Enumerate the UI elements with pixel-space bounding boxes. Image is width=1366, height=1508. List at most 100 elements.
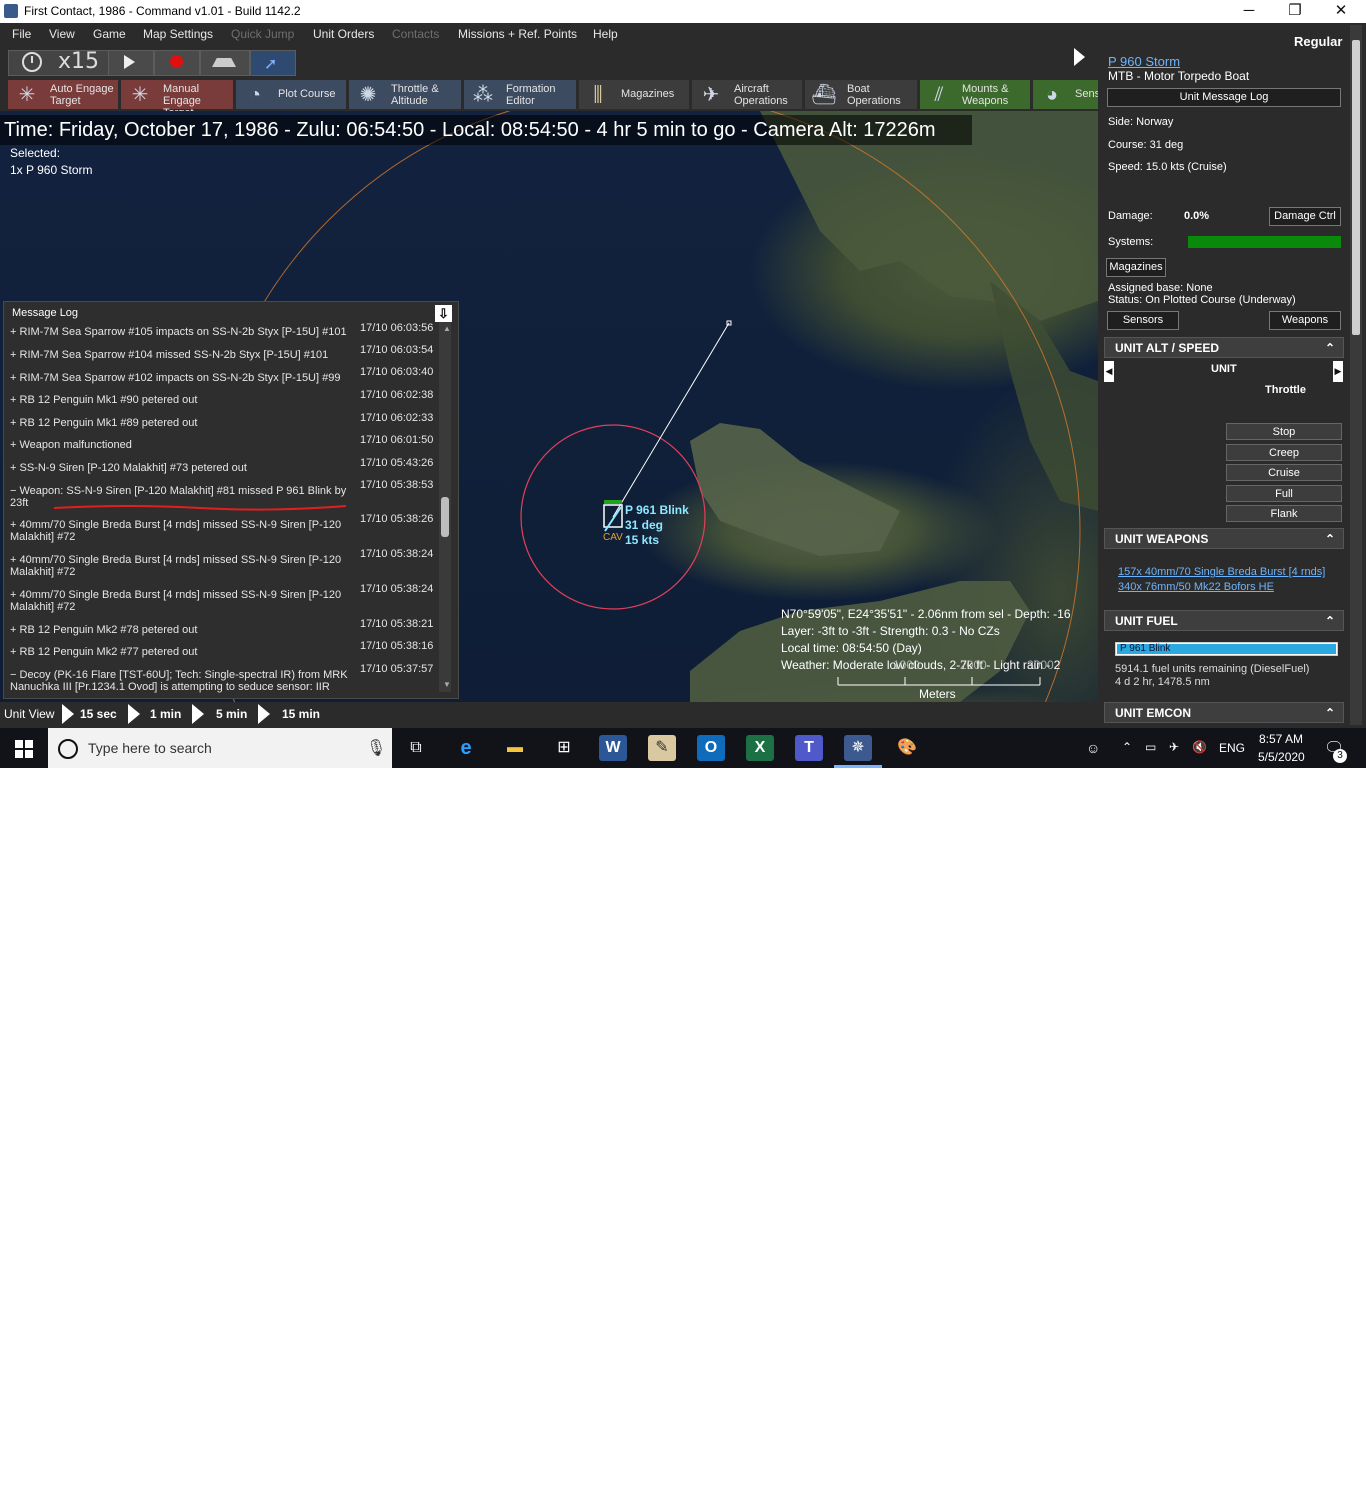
network-icon[interactable]: ✈ xyxy=(1169,740,1179,754)
fuel-gauge: P 961 Blink xyxy=(1115,642,1338,656)
magazines-button[interactable]: ⫼ Magazines xyxy=(579,80,689,109)
battery-icon[interactable]: ▭ xyxy=(1145,740,1156,754)
log-entry[interactable]: + 40mm/70 Single Breda Burst [4 rnds] mi… xyxy=(10,519,356,543)
windows-start-icon[interactable] xyxy=(15,740,33,758)
step-play-icon[interactable] xyxy=(192,704,204,724)
edge-browser-icon[interactable]: e xyxy=(452,735,480,761)
excel-icon[interactable]: X xyxy=(746,735,774,761)
log-entry[interactable]: + RB 12 Penguin Mk2 #77 petered out xyxy=(10,646,356,658)
next-arrow-icon[interactable]: ▶ xyxy=(1333,361,1343,382)
log-entry[interactable]: + RIM-7M Sea Sparrow #102 impacts on SS-… xyxy=(10,372,356,384)
log-entry[interactable]: + RB 12 Penguin Mk2 #78 petered out xyxy=(10,624,356,636)
step-play-icon[interactable] xyxy=(258,704,270,724)
throttle-altitude-button[interactable]: ✺ Throttle & Altitude xyxy=(349,80,461,109)
download-icon[interactable]: ⇩ xyxy=(435,305,452,322)
weapons-panel-button[interactable]: Weapons xyxy=(1269,311,1341,330)
menu-quick-jump[interactable]: Quick Jump xyxy=(231,27,294,41)
log-entry[interactable]: + RIM-7M Sea Sparrow #105 impacts on SS-… xyxy=(10,326,356,338)
command-game-icon[interactable]: ✵ xyxy=(844,735,872,761)
log-entry-time: 17/10 05:38:26 xyxy=(360,513,434,525)
mounts-weapons-button[interactable]: ⫽ Mounts & Weapons xyxy=(920,80,1030,109)
fuel-section-header[interactable]: UNIT FUEL ⌃ xyxy=(1104,610,1344,631)
plot-course-button[interactable]: ◔ Plot Course xyxy=(236,80,346,109)
clock-date[interactable]: 5/5/2020 xyxy=(1258,750,1305,764)
record-icon xyxy=(170,55,183,68)
aircraft-operations-button[interactable]: ✈ Aircraft Operations xyxy=(692,80,802,109)
outlook-icon[interactable]: O xyxy=(697,735,725,761)
restore-button[interactable]: ❐ xyxy=(1272,0,1318,23)
log-scroll-thumb[interactable] xyxy=(441,497,449,537)
log-entry[interactable]: + 40mm/70 Single Breda Burst [4 rnds] mi… xyxy=(10,554,356,578)
step-play-icon[interactable] xyxy=(62,704,74,724)
close-button[interactable]: ✕ xyxy=(1318,0,1364,23)
log-entry[interactable]: + RB 12 Penguin Mk1 #89 petered out xyxy=(10,417,356,429)
weapon-link[interactable]: 157x 40mm/70 Single Breda Burst [4 rnds] xyxy=(1118,566,1325,578)
throttle-cruise-button[interactable]: Cruise xyxy=(1226,464,1342,481)
formation-editor-button[interactable]: ⁂ Formation Editor xyxy=(464,80,576,109)
emcon-section-header[interactable]: UNIT EMCON ⌃ xyxy=(1104,702,1344,723)
log-entry[interactable]: + Weapon malfunctioned xyxy=(10,439,356,451)
log-entry[interactable]: + RB 12 Penguin Mk1 #90 petered out xyxy=(10,394,356,406)
alt-speed-section-header[interactable]: UNIT ALT / SPEED ⌃ xyxy=(1104,337,1344,358)
menu-file[interactable]: File xyxy=(12,27,31,41)
menu-missions[interactable]: Missions + Ref. Points xyxy=(458,27,577,41)
weapons-section-header[interactable]: UNIT WEAPONS ⌃ xyxy=(1104,528,1344,549)
menu-map-settings[interactable]: Map Settings xyxy=(143,27,213,41)
manual-engage-button[interactable]: ✳Manual Engage Target xyxy=(121,80,233,119)
damage-control-button[interactable]: Damage Ctrl xyxy=(1269,207,1341,226)
panel-scroll-thumb[interactable] xyxy=(1352,40,1360,335)
language-indicator[interactable]: ENG xyxy=(1219,741,1245,755)
log-entry-time: 17/10 06:02:33 xyxy=(360,412,434,424)
menu-game[interactable]: Game xyxy=(93,27,126,41)
scroll-up-arrow[interactable]: ▲ xyxy=(443,324,451,333)
volume-muted-icon[interactable]: 🔇 xyxy=(1192,740,1207,754)
weapon-link[interactable]: 340x 76mm/50 Mk22 Bofors HE xyxy=(1118,581,1274,593)
menu-contacts[interactable]: Contacts xyxy=(392,27,439,41)
scale-tick-label: 2000 xyxy=(960,658,987,672)
paint-icon[interactable]: 🎨 xyxy=(893,735,921,761)
step-15-sec[interactable]: 15 sec xyxy=(80,707,117,721)
throttle-flank-button[interactable]: Flank xyxy=(1226,505,1342,522)
minimize-button[interactable]: ─ xyxy=(1226,0,1272,23)
collapse-icon[interactable]: ⌃ xyxy=(1325,703,1335,724)
menu-unit-orders[interactable]: Unit Orders xyxy=(313,27,374,41)
collapse-icon[interactable]: ⌃ xyxy=(1325,611,1335,632)
log-entry[interactable]: + SS-N-9 Siren [P-120 Malakhit] #73 pete… xyxy=(10,462,356,474)
microphone-icon[interactable]: 🎙 xyxy=(366,738,386,758)
unit-view-label[interactable]: Unit View xyxy=(4,707,54,721)
word-icon[interactable]: W xyxy=(599,735,627,761)
sensors-panel-button[interactable]: Sensors xyxy=(1107,311,1179,330)
scroll-down-arrow[interactable]: ▼ xyxy=(443,680,451,689)
menu-view[interactable]: View xyxy=(49,27,75,41)
throttle-full-button[interactable]: Full xyxy=(1226,485,1342,502)
log-entry[interactable]: + RIM-7M Sea Sparrow #104 missed SS-N-2b… xyxy=(10,349,356,361)
auto-engage-button[interactable]: ✳ Auto Engage Target xyxy=(8,80,118,109)
collapse-icon[interactable]: ⌃ xyxy=(1325,529,1335,550)
prev-arrow-icon[interactable]: ◀ xyxy=(1104,361,1114,382)
step-play-icon[interactable] xyxy=(128,704,140,724)
step-1-min[interactable]: 1 min xyxy=(150,707,181,721)
step-5-min[interactable]: 5 min xyxy=(216,707,247,721)
magazines-panel-button[interactable]: Magazines xyxy=(1106,258,1166,277)
collapse-panel-icon[interactable] xyxy=(1074,48,1085,66)
throttle-creep-button[interactable]: Creep xyxy=(1226,444,1342,461)
log-entry-expanded[interactable]: − Decoy (PK-16 Flare [TST-60U]; Tech: Si… xyxy=(10,669,356,693)
log-entry[interactable]: + 40mm/70 Single Breda Burst [4 rnds] mi… xyxy=(10,589,356,613)
store-icon[interactable]: ⊞ xyxy=(550,735,578,761)
boat-operations-button[interactable]: ⛴ Boat Operations xyxy=(805,80,917,109)
clock-time[interactable]: 8:57 AM xyxy=(1259,732,1303,746)
unit-message-log-button[interactable]: Unit Message Log xyxy=(1107,88,1341,107)
collapse-icon[interactable]: ⌃ xyxy=(1325,338,1335,359)
throttle-stop-button[interactable]: Stop xyxy=(1226,423,1342,440)
log-entry-time: 17/10 06:01:50 xyxy=(360,434,434,446)
menu-help[interactable]: Help xyxy=(593,27,618,41)
document-app-icon[interactable]: ✎ xyxy=(648,735,676,761)
step-15-min[interactable]: 15 min xyxy=(282,707,320,721)
people-icon[interactable]: ☺ xyxy=(1086,740,1100,756)
task-view-icon[interactable]: ⧉ xyxy=(402,735,430,761)
sensors-button[interactable]: ◕ Sens xyxy=(1033,80,1100,109)
unit-name-link[interactable]: P 960 Storm xyxy=(1108,54,1180,69)
teams-icon[interactable]: T xyxy=(795,735,823,761)
file-explorer-icon[interactable]: ▬ xyxy=(501,735,529,761)
tray-chevron-icon[interactable]: ⌃ xyxy=(1122,740,1132,754)
